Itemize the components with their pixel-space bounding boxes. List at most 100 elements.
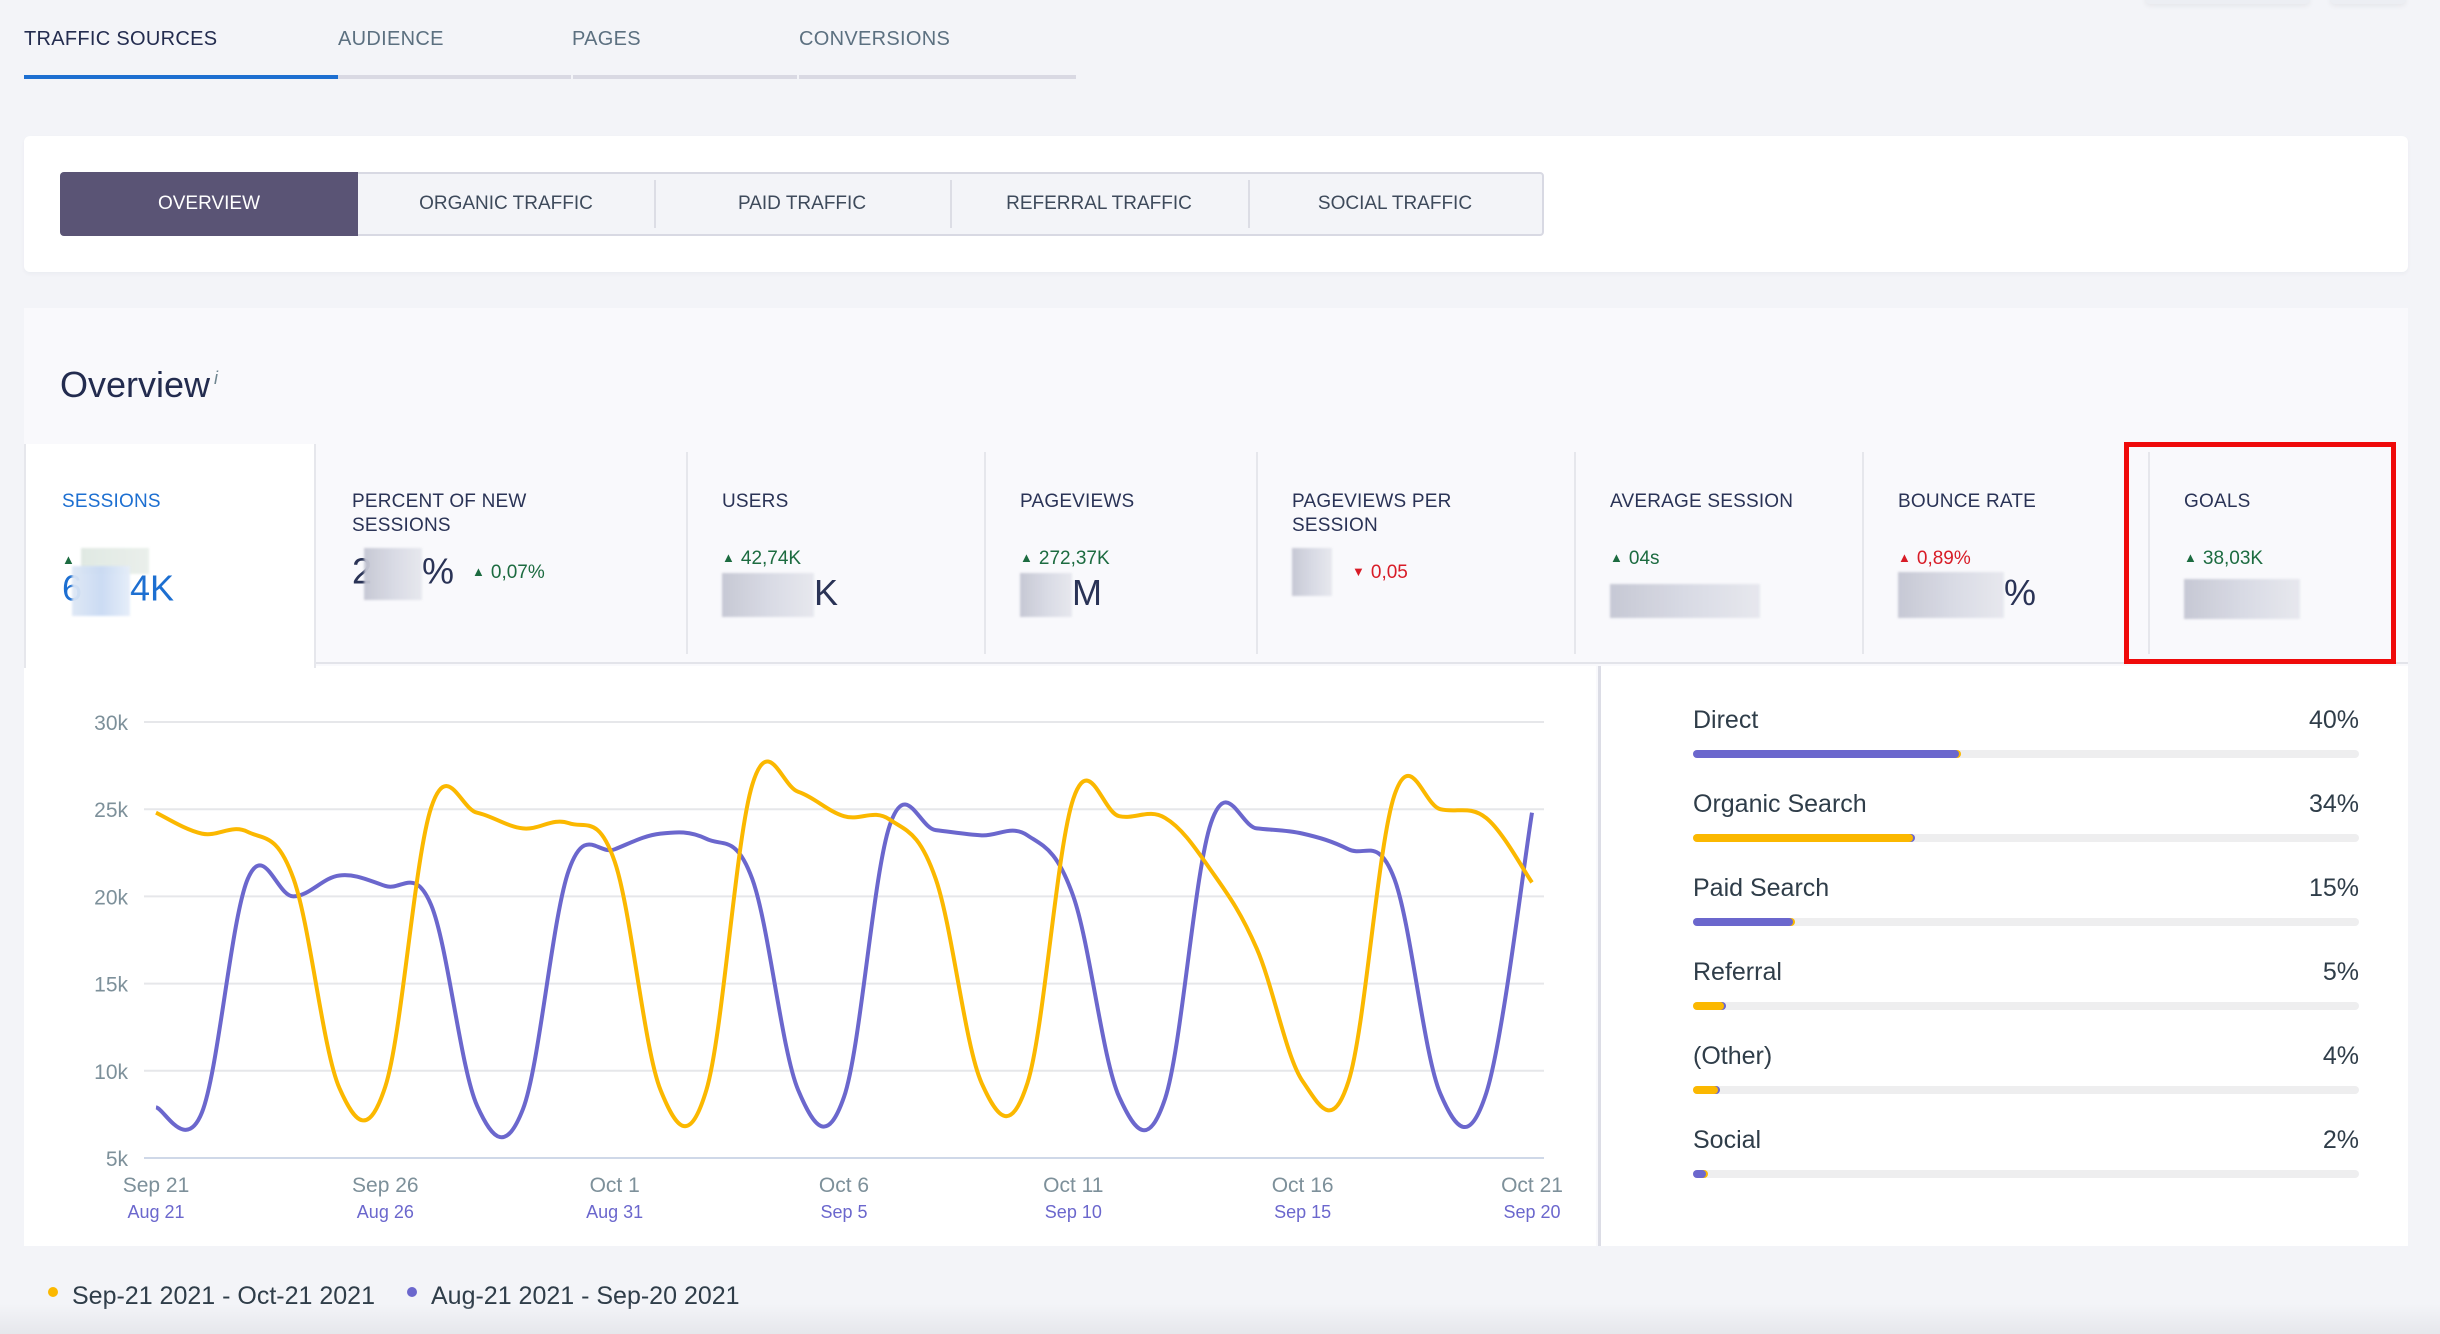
subtab-overview[interactable]: OVERVIEW xyxy=(60,172,358,236)
tab-separator xyxy=(797,75,799,80)
metric-delta: ▲ 04s xyxy=(1610,548,1660,570)
metric-delta: ▼ 0,05 xyxy=(1352,562,1408,584)
value-suffix: K xyxy=(814,572,839,613)
y-tick-label: 30k xyxy=(94,712,128,735)
triangle-up-icon: ▲ xyxy=(62,552,75,568)
metric-value xyxy=(2184,576,2300,620)
source-progress-bar xyxy=(1693,750,2359,758)
redacted-value xyxy=(1292,548,1332,596)
delta-value: 0,07% xyxy=(490,562,545,583)
source-progress-fill xyxy=(1693,1086,1719,1094)
sessions-chart-panel: 5k 10k 15k 20k 25k 30k Sep 21 Aug 21 Sep 26 Aug 2… xyxy=(24,666,1596,1246)
triangle-up-icon: ▲ xyxy=(1610,550,1623,565)
metric-label: USERS xyxy=(722,491,789,512)
traffic-source-row[interactable]: Organic Search 34% xyxy=(1693,790,2359,850)
metrics-row: SESSIONS ▲ 64K PERCENT OF NEW SESSIONS 2… xyxy=(24,444,2408,668)
delta-value: 42,74K xyxy=(740,548,802,569)
traffic-source-row[interactable]: Referral 5% xyxy=(1693,958,2359,1018)
metric-divider xyxy=(1256,452,1258,654)
metric-value xyxy=(1292,548,1332,596)
traffic-breakdown-panel: Direct 40% Organic Search 34% Paid Search 15%… xyxy=(1598,666,2408,1246)
source-progress-fill xyxy=(1693,1170,1707,1178)
metric-bounce-rate[interactable]: BOUNCE RATE ▲ 0,89% % xyxy=(1862,444,2148,662)
y-tick-label: 15k xyxy=(94,974,128,997)
metric-divider xyxy=(984,452,986,654)
metric-delta: ▲ 38,03K xyxy=(2184,548,2263,570)
redacted-value xyxy=(1020,573,1072,618)
metric-pageviews-per-session[interactable]: PAGEVIEWS PER SESSION ▼ 0,05 xyxy=(1256,444,1574,662)
redacted-value xyxy=(1610,584,1760,619)
redacted-value xyxy=(2184,579,2300,620)
source-percent: 34% xyxy=(2308,790,2359,818)
traffic-source-row[interactable]: (Other) 4% xyxy=(1693,1042,2359,1102)
traffic-source-row[interactable]: Direct 40% xyxy=(1693,706,2359,766)
source-percent: 4% xyxy=(2322,1042,2359,1070)
subtab-organic-traffic[interactable]: ORGANIC TRAFFIC xyxy=(358,174,654,234)
source-progress-bar xyxy=(1693,1002,2359,1010)
source-progress-bar xyxy=(1693,1170,2359,1178)
metric-delta: ▲ 272,37K xyxy=(1020,548,1110,570)
sessions-line-chart[interactable]: 5k 10k 15k 20k 25k 30k Sep 21 Aug 21 Sep 26 Aug 2… xyxy=(24,666,1596,1246)
source-name: Paid Search xyxy=(1693,874,1830,902)
source-name: Referral xyxy=(1693,958,1782,986)
info-icon[interactable]: i xyxy=(214,368,218,388)
x-tick-label: Sep 21 xyxy=(123,1174,190,1197)
source-name: (Other) xyxy=(1693,1042,1773,1070)
tab-pages[interactable]: PAGES xyxy=(572,28,641,51)
metric-sessions[interactable]: SESSIONS ▲ 64K xyxy=(24,444,316,668)
tab-conversions[interactable]: CONVERSIONS xyxy=(799,28,950,51)
source-percent: 15% xyxy=(2308,874,2359,902)
source-progress-fill xyxy=(1693,1002,1725,1010)
x-tick-label: Sep 26 xyxy=(352,1174,419,1197)
metric-label: PERCENT OF NEW SESSIONS xyxy=(352,491,527,536)
metric-goals[interactable]: GOALS ▲ 38,03K xyxy=(2148,444,2408,662)
overview-title-text: Overview xyxy=(60,364,211,405)
metric-percent-new-sessions[interactable]: PERCENT OF NEW SESSIONS 2% ▲ 0,07% xyxy=(316,444,686,662)
triangle-down-icon: ▼ xyxy=(1352,564,1365,579)
source-name: Social xyxy=(1693,1126,1762,1154)
x-tick-label-secondary: Aug 31 xyxy=(586,1202,643,1222)
x-tick-label-secondary: Sep 20 xyxy=(1503,1202,1560,1222)
metric-average-session[interactable]: AVERAGE SESSION ▲ 04s xyxy=(1574,444,1862,662)
x-tick-label: Oct 21 xyxy=(1501,1174,1563,1197)
redacted-value xyxy=(722,573,814,618)
source-progress-fill xyxy=(1693,834,1913,842)
traffic-source-row[interactable]: Social 2% xyxy=(1693,1126,2359,1186)
subtab-social-traffic[interactable]: SOCIAL TRAFFIC xyxy=(1248,174,1542,234)
triangle-up-icon: ▲ xyxy=(722,550,735,565)
main-tabs: TRAFFIC SOURCES AUDIENCE PAGES CONVERSIO… xyxy=(24,0,2408,82)
y-tick-label: 10k xyxy=(94,1061,128,1084)
series-line-previous-period[interactable] xyxy=(155,800,1534,1140)
metric-pageviews[interactable]: PAGEVIEWS ▲ 272,37K M xyxy=(984,444,1256,662)
triangle-up-icon: ▲ xyxy=(1898,550,1911,565)
metric-divider xyxy=(686,452,688,654)
tab-traffic-sources[interactable]: TRAFFIC SOURCES xyxy=(24,28,217,51)
x-tick-label-secondary: Sep 15 xyxy=(1274,1202,1331,1222)
x-tick-label: Oct 16 xyxy=(1272,1174,1334,1197)
tab-separator xyxy=(571,75,573,80)
metric-delta: ▲ 0,07% xyxy=(472,562,545,584)
triangle-up-icon: ▲ xyxy=(2184,550,2197,565)
subtab-paid-traffic[interactable]: PAID TRAFFIC xyxy=(654,174,950,234)
active-tab-indicator xyxy=(24,75,338,79)
metric-users[interactable]: USERS ▲ 42,74K K xyxy=(686,444,984,662)
x-tick-label: Oct 11 xyxy=(1043,1174,1103,1197)
traffic-subtabs-card: OVERVIEW ORGANIC TRAFFIC PAID TRAFFIC RE… xyxy=(24,136,2408,272)
source-name: Direct xyxy=(1693,706,1759,734)
metric-delta: ▲ 0,89% xyxy=(1898,548,1971,570)
delta-value: 38,03K xyxy=(2202,548,2264,569)
metric-label: PAGEVIEWS PER SESSION xyxy=(1292,491,1452,536)
delta-value: 0,89% xyxy=(1916,548,1971,569)
value-suffix: % xyxy=(2004,572,2037,613)
subtab-referral-traffic[interactable]: REFERRAL TRAFFIC xyxy=(950,174,1248,234)
traffic-source-row[interactable]: Paid Search 15% xyxy=(1693,874,2359,934)
metric-value: 64K xyxy=(62,566,174,616)
x-tick-label: Oct 6 xyxy=(819,1174,869,1197)
source-progress-bar xyxy=(1693,918,2359,926)
metric-divider xyxy=(1862,452,1864,654)
value-suffix: M xyxy=(1072,572,1102,613)
y-tick-label: 5k xyxy=(106,1148,129,1171)
source-progress-fill xyxy=(1693,918,1793,926)
overview-section: Overviewi SESSIONS ▲ 64K PERCENT OF NEW … xyxy=(24,308,2408,1246)
tab-audience[interactable]: AUDIENCE xyxy=(338,28,444,51)
